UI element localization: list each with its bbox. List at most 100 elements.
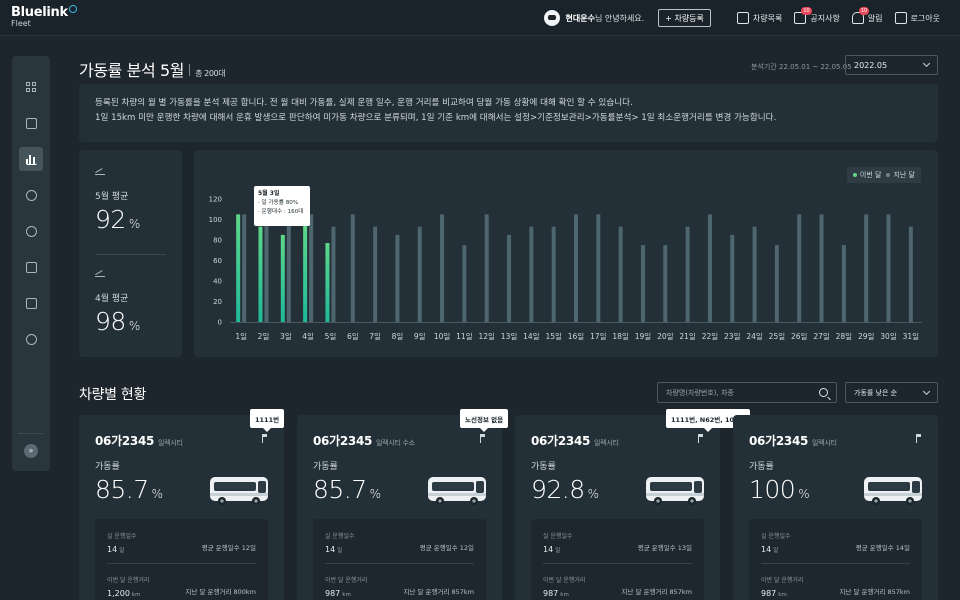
bar-current-month[interactable] [258,226,263,322]
bar-previous-month[interactable] [841,245,846,322]
description-line: 1일 15km 미만 운행한 차량에 대해서 운휴 발생으로 판단하여 미가동 … [95,113,777,123]
page-title-text: 가동률 분석 5월 [79,61,185,80]
bar-previous-month[interactable] [264,214,269,322]
bar-current-month[interactable] [236,214,241,322]
bus-image [210,477,268,505]
bus-image [428,477,486,505]
bar-previous-month[interactable] [242,214,247,322]
days-number: 14 [107,545,118,554]
bar-previous-month[interactable] [286,214,291,322]
analysis-period: 분석기간 22.05.01 ~ 22.05.05 [751,63,852,71]
vehicle-search-input[interactable]: 차량명(차량번호), 차종 [657,382,837,403]
bar-previous-month[interactable] [663,245,668,322]
bar-previous-month[interactable] [507,234,512,322]
sidebar-item-vehicles[interactable] [19,111,43,135]
bar-previous-month[interactable] [864,214,869,322]
sidebar-item-reports[interactable] [19,255,43,279]
sort-select[interactable]: 가동률 낮은 순 [845,382,938,403]
bar-previous-month[interactable] [574,214,578,322]
sidebar-item-dashboard[interactable] [19,75,43,99]
nav-label: 로그아웃 [910,13,940,23]
x-tick-label: 14일 [523,332,540,341]
bar-previous-month[interactable] [350,214,355,322]
greeting-text: 님 안녕하세요. [594,13,645,23]
bar-previous-month[interactable] [395,234,400,322]
bar-previous-month[interactable] [440,214,445,322]
sidebar: » [12,56,50,471]
bar-previous-month[interactable] [484,214,489,322]
sidebar-item-location[interactable] [19,219,43,243]
rate-number: 85.7 [313,475,367,504]
y-tick-label: 20 [213,298,222,306]
vehicle-card[interactable]: 06가2345 일렉시티 수소 가동률 85.7% 실 운행일수 14 일 평균 운… [297,415,502,600]
month-select[interactable]: 2022.05 [845,55,938,75]
nav-alerts[interactable]: 10 알림 [851,7,883,24]
sidebar-item-driving[interactable] [19,183,43,207]
vehicle-card[interactable]: 06가2345 일렉시티 가동률 92.8% 실 운행일수 14 일 평균 운행일수… [515,415,720,600]
bar-current-month[interactable] [303,225,308,322]
sidebar-item-settings[interactable] [19,327,43,351]
x-tick-label: 28일 [836,332,853,341]
description-box: 등록된 차량의 월 별 가동률을 분석 제공 합니다. 전 월 대비 가동률, … [79,84,938,142]
nav-notices[interactable]: 10 공지사항 [794,7,840,24]
bar-previous-month[interactable] [618,226,623,322]
download-icon [25,297,37,309]
route-flag-icon[interactable] [698,434,704,443]
legend-current-label: 이번 달 [859,171,882,179]
bar-previous-month[interactable] [529,226,534,322]
bar-previous-month[interactable] [685,226,690,322]
dashboard-icon [26,82,36,92]
settings-icon [25,333,37,345]
bar-previous-month[interactable] [309,214,314,322]
sidebar-item-download[interactable] [19,291,43,315]
bar-previous-month[interactable] [417,226,422,322]
trend-up-icon [95,270,105,277]
register-vehicle-button[interactable]: + 차량등록 [658,9,711,27]
description-line: 등록된 차량의 월 별 가동률을 분석 제공 합니다. 전 월 대비 가동률, … [95,98,633,108]
percent-unit: % [128,217,140,231]
chart-tooltip: 5월 3일 · 일 가동률 80% · 운행대수 : 160대 [254,186,310,226]
x-tick-label: 2일 [258,332,270,341]
nav-logout[interactable]: 로그아웃 [894,12,940,24]
nav-label: 차량목록 [752,13,783,23]
bluelink-logo[interactable]: Bluelink Fleet [11,5,77,28]
bar-previous-month[interactable] [551,226,556,322]
bar-previous-month[interactable] [462,245,467,322]
sidebar-item-analysis[interactable] [19,147,43,171]
bar-previous-month[interactable] [886,214,891,322]
nav-vehicle-list[interactable]: 차량목록 [736,12,783,24]
current-average-label: 5월 평균 [95,192,129,202]
bar-previous-month[interactable] [640,245,645,322]
bar-previous-month[interactable] [752,226,757,322]
vehicle-stats: 실 운행일수 14 일 평균 운행일수 13일 이번 달 운행거리 987 km 지… [531,519,704,600]
bar-previous-month[interactable] [596,214,601,322]
bar-previous-month[interactable] [707,214,712,322]
vehicle-card[interactable]: 06가2345 일렉시티 가동률 85.7% 실 운행일수 14 일 평균 운행일수… [79,415,284,600]
stats-divider [761,563,910,564]
bar-previous-month[interactable] [908,226,913,322]
x-tick-label: 10일 [434,332,451,341]
distance-number: 1,200 [107,589,130,598]
bar-current-month[interactable] [280,234,285,322]
search-icon[interactable] [819,388,828,397]
bar-previous-month[interactable] [373,226,378,322]
route-flag-icon[interactable] [480,434,486,443]
route-flag-icon[interactable] [916,434,922,443]
route-flag-icon[interactable] [262,434,268,443]
days-row: 실 운행일수 14 일 평균 운행일수 13일 [543,531,692,554]
y-tick-label: 40 [213,278,222,286]
bar-previous-month[interactable] [774,245,779,322]
sidebar-expand-button[interactable]: » [24,444,38,458]
bar-previous-month[interactable] [730,234,735,322]
x-tick-label: 31일 [903,332,920,341]
vehicle-stats: 실 운행일수 14 일 평균 운행일수 12일 이번 달 운행거리 1,200 km… [95,519,268,600]
bar-previous-month[interactable] [797,214,802,322]
days-row: 실 운행일수 14 일 평균 운행일수 12일 [325,531,474,554]
tooltip-rate: · 일 가동률 80% [258,200,299,206]
bar-previous-month[interactable] [331,226,336,322]
compass-icon [25,189,37,201]
vehicle-card[interactable]: 06가2345 일렉시티 가동률 100% 실 운행일수 14 일 평균 운행일수 … [733,415,938,600]
days-unit: 일 [555,548,561,554]
bar-previous-month[interactable] [819,214,824,322]
bar-current-month[interactable] [325,243,330,322]
